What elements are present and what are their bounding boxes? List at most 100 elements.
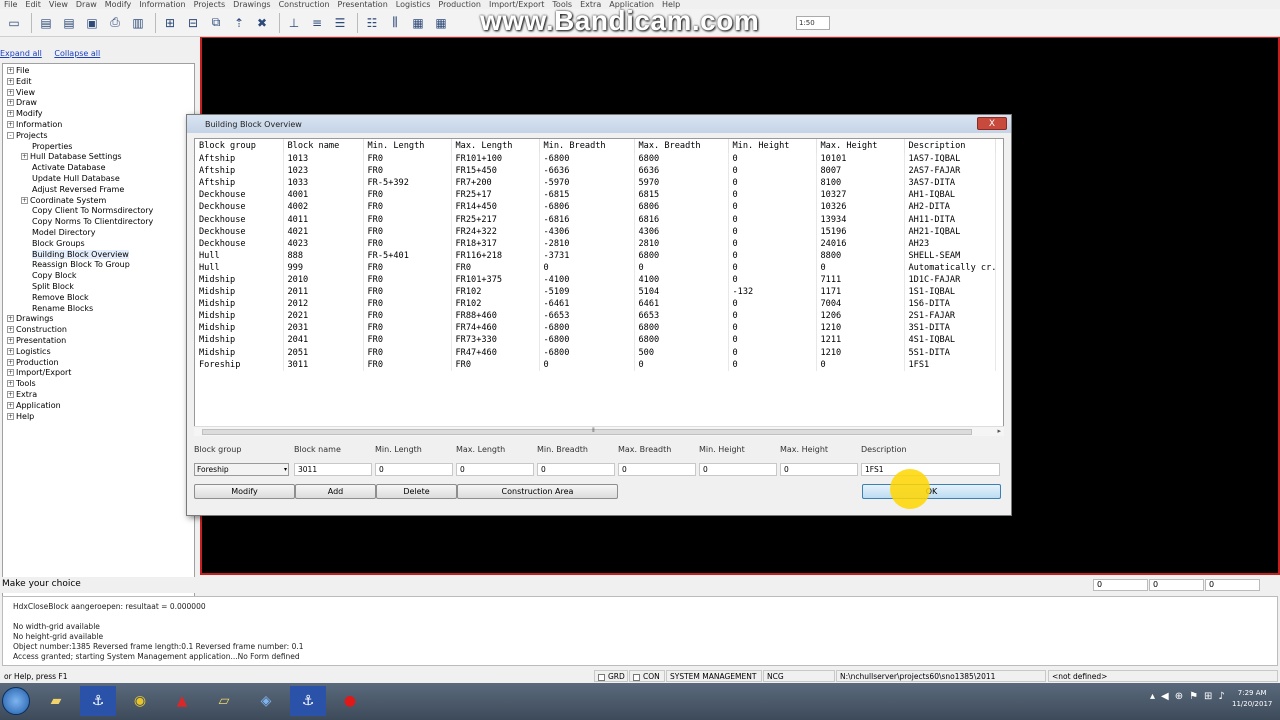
menu-file[interactable]: File	[0, 0, 21, 9]
edit-field-max-breadth[interactable]: 0	[618, 463, 696, 476]
menu-construction[interactable]: Construction	[275, 0, 334, 9]
tree-item-remove-block[interactable]: Remove Block	[3, 293, 194, 304]
expand-icon[interactable]: +	[7, 67, 14, 74]
table-row[interactable]: Aftship 1013 FR0 FR101+100 -6800 6800 0 10101 1A…	[195, 153, 996, 166]
grid-icon[interactable]: ▦	[408, 13, 428, 33]
table-row[interactable]: Midship 2021 FR0 FR88+460 -6653 6653 0 1206 2S1-…	[195, 310, 996, 323]
expand-icon[interactable]: +	[21, 196, 28, 204]
column-header[interactable]: Max. Length	[451, 139, 540, 153]
column-header[interactable]: Min. Height	[728, 139, 817, 153]
open-folder-icon[interactable]: ▤	[36, 13, 56, 33]
acrobat-icon[interactable]: ▲	[164, 686, 200, 716]
delete-button[interactable]: Delete	[376, 484, 457, 499]
tree-item-block-groups[interactable]: Block Groups	[3, 239, 194, 250]
expand-icon[interactable]: +	[21, 153, 28, 161]
table-row[interactable]: Midship 2041 FR0 FR73+330 -6800 6800 0 1211 4S1-…	[195, 334, 996, 347]
expand-icon[interactable]: +	[7, 120, 14, 128]
tree-item-help[interactable]: + Help	[3, 412, 194, 423]
coord-x-field[interactable]: 0	[1093, 579, 1148, 591]
edit-field-max-height[interactable]: 0	[780, 463, 858, 476]
record-icon[interactable]: ●	[332, 686, 368, 716]
tree-item-tools[interactable]: + Tools	[3, 379, 194, 390]
menu-modify[interactable]: Modify	[101, 0, 136, 9]
scrollbar-thumb[interactable]	[202, 429, 972, 435]
tree-item-rename-blocks[interactable]: Rename Blocks	[3, 304, 194, 315]
table-row[interactable]: Midship 2051 FR0 FR47+460 -6800 500 0 1210 5S1-D…	[195, 346, 996, 359]
tree-item-construction[interactable]: + Construction	[3, 325, 194, 336]
status-grd[interactable]: GRD	[594, 670, 628, 682]
construction-area-button[interactable]: Construction Area	[457, 484, 618, 499]
tree-item-coordinate-system[interactable]: + Coordinate System	[3, 196, 194, 207]
scroll-right-icon[interactable]: ▸	[997, 427, 1001, 435]
list-icon[interactable]: ☷	[362, 13, 382, 33]
sticky-notes-icon[interactable]: ▱	[206, 686, 242, 716]
tree-item-production[interactable]: + Production	[3, 358, 194, 369]
save-icon[interactable]: ▣	[82, 13, 102, 33]
lines-icon[interactable]: ☰	[330, 13, 350, 33]
expand-icon[interactable]: +	[7, 401, 14, 409]
expand-icon[interactable]: +	[7, 380, 14, 388]
hull-app-icon[interactable]: ⚓	[80, 686, 116, 716]
tree-item-modify[interactable]: + Modify	[3, 109, 194, 120]
table-row[interactable]: Midship 2031 FR0 FR74+460 -6800 6800 0 1210 3S1-…	[195, 322, 996, 335]
modify-button[interactable]: Modify	[194, 484, 295, 499]
menu-projects[interactable]: Projects	[190, 0, 230, 9]
open-folder-2-icon[interactable]: ▤	[59, 13, 79, 33]
tree-item-split-block[interactable]: Split Block	[3, 282, 194, 293]
tree-item-hull-database-settings[interactable]: + Hull Database Settings	[3, 152, 194, 163]
tree-item-copy-client-to-normsdirectory[interactable]: Copy Client To Normsdirectory	[3, 206, 194, 217]
network-app-icon[interactable]: ◈	[248, 686, 284, 716]
tree-item-information[interactable]: + Information	[3, 120, 194, 131]
tree-item-presentation[interactable]: + Presentation	[3, 336, 194, 347]
expand-icon[interactable]: +	[7, 390, 14, 398]
edit-field-min-breadth[interactable]: 0	[537, 463, 615, 476]
scale-combo[interactable]: 1:50	[796, 16, 830, 30]
edit-field-min-height[interactable]: 0	[699, 463, 777, 476]
document-icon[interactable]: ▥	[128, 13, 148, 33]
dimension-icon[interactable]: ⊥	[284, 13, 304, 33]
table-row[interactable]: Hull 888 FR-5+401 FR116+218 -3731 6800 0 8800 SH…	[195, 249, 996, 262]
block-group-select[interactable]: Foreship ▾	[194, 463, 289, 476]
tree-item-view[interactable]: + View	[3, 88, 194, 99]
layers-icon[interactable]: ≡	[307, 13, 327, 33]
edit-field-min-length[interactable]: 0	[375, 463, 453, 476]
table-row[interactable]: Midship 2011 FR0 FR102 -5109 5104 -132 1171 1S1-…	[195, 286, 996, 299]
tree-item-model-directory[interactable]: Model Directory	[3, 228, 194, 239]
menu-drawings[interactable]: Drawings	[229, 0, 274, 9]
ok-button[interactable]: OK	[862, 484, 1001, 499]
tree-item-draw[interactable]: + Draw	[3, 98, 194, 109]
column-header[interactable]: Min. Length	[363, 139, 452, 153]
expand-icon[interactable]: +	[7, 99, 14, 107]
collapse-all-link[interactable]: Collapse all	[54, 49, 100, 58]
horizontal-scrollbar[interactable]: ⦀ ▸	[194, 426, 1004, 436]
hull-app-2-icon[interactable]: ⚓	[290, 686, 326, 716]
table-row[interactable]: Aftship 1033 FR-5+392 FR7+200 -5970 5970 0 8100…	[195, 177, 996, 190]
copy-icon[interactable]: ⧉	[206, 13, 226, 33]
arrow-up-icon[interactable]: ⇡	[229, 13, 249, 33]
column-header[interactable]: Block name	[283, 139, 364, 153]
table-row[interactable]: Deckhouse 4021 FR0 FR24+322 -4306 4306 0 15196 A…	[195, 225, 996, 238]
chevron-down-icon[interactable]: ▾	[284, 464, 287, 475]
coord-y-field[interactable]: 0	[1149, 579, 1204, 591]
menu-draw[interactable]: Draw	[72, 0, 101, 9]
system-tray[interactable]: ▴◀⊕⚑⊞♪	[1150, 691, 1231, 702]
menu-edit[interactable]: Edit	[21, 0, 45, 9]
menu-information[interactable]: Information	[135, 0, 189, 9]
tree-item-adjust-reversed-frame[interactable]: Adjust Reversed Frame	[3, 185, 194, 196]
column-header[interactable]: Min. Breadth	[539, 139, 635, 153]
table-row[interactable]: Deckhouse 4002 FR0 FR14+450 -6806 6806 0 10326 A…	[195, 201, 996, 214]
tree-item-edit[interactable]: + Edit	[3, 77, 194, 88]
expand-icon[interactable]: +	[7, 369, 14, 377]
edit-field-description[interactable]: 1FS1	[861, 463, 1000, 476]
expand-icon[interactable]: +	[7, 412, 14, 420]
column-header[interactable]: Block group	[195, 139, 284, 153]
table-row[interactable]: Midship 2012 FR0 FR102 -6461 6461 0 7004 1S6-DIT…	[195, 298, 996, 311]
menu-view[interactable]: View	[45, 0, 72, 9]
select-icon[interactable]: ⊞	[160, 13, 180, 33]
tree-item-projects[interactable]: - Projects	[3, 131, 194, 142]
menu-production[interactable]: Production	[434, 0, 485, 9]
tree-item-properties[interactable]: Properties	[3, 142, 194, 153]
tree-item-copy-norms-to-clientdirectory[interactable]: Copy Norms To Clientdirectory	[3, 217, 194, 228]
table-row[interactable]: Foreship 3011 FR0 FR0 0 0 0 0 1FS1	[195, 358, 996, 371]
table-row[interactable]: Deckhouse 4001 FR0 FR25+17 -6815 6815 0 10327 AH…	[195, 189, 996, 202]
